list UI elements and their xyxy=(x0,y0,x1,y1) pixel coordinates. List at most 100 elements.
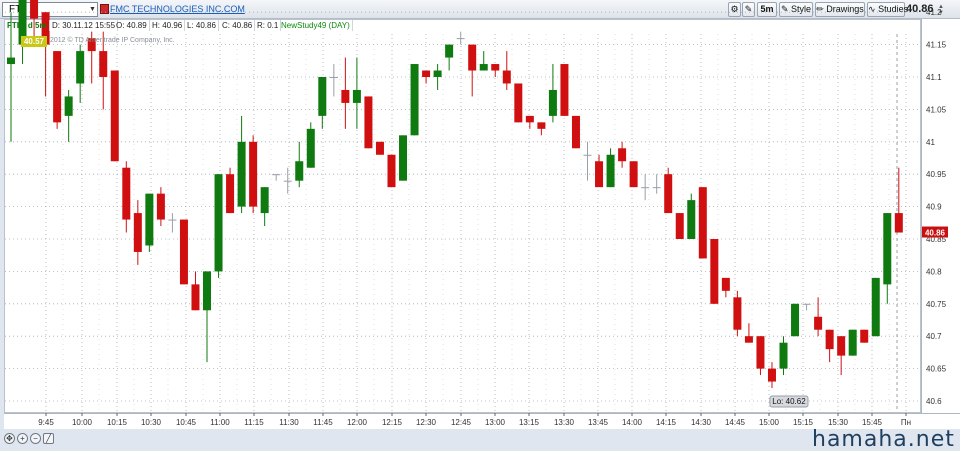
x-tick-label: 15:15 xyxy=(793,418,814,427)
x-tick-label: 11:00 xyxy=(210,418,230,427)
symbol-period-label: FTI 1 d 5m xyxy=(5,20,50,31)
study-label[interactable]: NewStudy49 (DAY) xyxy=(279,20,353,31)
pan-icon[interactable]: ✥ xyxy=(4,433,15,444)
candle-body xyxy=(30,0,39,19)
candle-body xyxy=(537,122,546,129)
y-tick-label: 40.6 xyxy=(926,397,942,406)
candle-body xyxy=(364,96,373,149)
candle-body xyxy=(479,64,488,71)
candle-body xyxy=(571,115,580,149)
zoom-out-icon[interactable]: − xyxy=(30,433,41,444)
watermark-text: hamaha.net xyxy=(812,427,955,451)
candle-body xyxy=(375,141,384,155)
x-tick-label: 14:15 xyxy=(656,418,677,427)
y-tick-label: 41.1 xyxy=(926,73,942,82)
candle-body xyxy=(837,336,846,356)
candle-body xyxy=(399,135,408,181)
x-tick-label: 12:00 xyxy=(347,418,368,427)
candle-body xyxy=(456,38,465,40)
candle-body xyxy=(168,219,177,221)
candle-body xyxy=(283,180,292,182)
x-tick-label: 9:45 xyxy=(38,418,54,427)
y-tick-label: 40.75 xyxy=(926,300,947,309)
candle-body xyxy=(779,342,788,369)
candle-body xyxy=(260,187,269,214)
candle-body xyxy=(318,77,327,116)
candle-body xyxy=(744,336,753,343)
chart-window: FTI ▼ FMC TECHNOLOGIES INC.COM ⚙ ✎ 5m ✎ … xyxy=(0,0,960,451)
candle-body xyxy=(595,161,604,188)
candle-body xyxy=(825,329,834,350)
candle-body xyxy=(698,187,707,259)
candle-body xyxy=(76,51,85,84)
candle-body xyxy=(387,154,396,188)
zoom-in-icon[interactable]: + xyxy=(17,433,28,444)
candle-body xyxy=(629,161,638,188)
x-tick-label: 15:45 xyxy=(862,418,883,427)
drawing-tool-icon[interactable]: ╱ xyxy=(43,433,54,444)
candle-body xyxy=(583,154,592,156)
candle-body xyxy=(352,89,361,103)
candle-body xyxy=(491,64,500,71)
bar-high: H: 40.96 xyxy=(150,20,186,31)
candle-body xyxy=(145,193,154,246)
y-tick-label: 40.95 xyxy=(926,170,947,179)
candle-body xyxy=(191,284,200,311)
bar-low: L: 40.86 xyxy=(185,20,219,31)
y-tick-label: 41 xyxy=(926,138,935,147)
y-tick-label: 41.2 xyxy=(926,8,942,17)
y-tick-label: 41.15 xyxy=(926,41,947,50)
candle-body xyxy=(514,83,523,123)
x-tick-label: 10:45 xyxy=(176,418,197,427)
candle-body xyxy=(733,297,742,330)
x-tick-label: 14:30 xyxy=(691,418,712,427)
candle-body xyxy=(525,115,534,123)
candle-body xyxy=(179,219,188,285)
candle-body xyxy=(422,70,431,77)
copyright-text: 2012 © TD Ameritrade IP Company, Inc. xyxy=(50,37,175,44)
x-tick-label: 14:00 xyxy=(622,418,643,427)
x-tick-label: 15:00 xyxy=(759,418,780,427)
candle-body xyxy=(133,213,142,252)
x-tick-label: 11:15 xyxy=(244,418,264,427)
y-tick-label: 40.65 xyxy=(926,365,947,374)
candle-body xyxy=(341,89,350,103)
candle-body xyxy=(502,70,511,84)
candle-body xyxy=(606,154,615,188)
x-tick-label: 12:15 xyxy=(382,418,403,427)
bar-close: C: 40.86 xyxy=(220,20,256,31)
low-label-text: Lo: 40.62 xyxy=(772,397,806,406)
candle-body xyxy=(767,368,776,382)
candle-body xyxy=(249,141,258,207)
candle-body xyxy=(618,148,627,162)
candle-body xyxy=(295,161,304,181)
candle-body xyxy=(237,141,246,207)
candle-body xyxy=(721,277,730,291)
candle-body xyxy=(756,336,765,369)
candle-body xyxy=(710,239,719,304)
x-tick-label: 15:30 xyxy=(828,418,849,427)
y-tick-label: 40.8 xyxy=(926,267,942,276)
candle-body xyxy=(7,57,15,65)
candle-body xyxy=(548,89,557,116)
candle-body xyxy=(122,167,131,220)
candle-body xyxy=(652,187,661,189)
candle-body xyxy=(802,303,811,305)
candle-body xyxy=(687,200,696,239)
x-tick-label: 13:30 xyxy=(554,418,575,427)
x-tick-label: 10:15 xyxy=(107,418,128,427)
x-tick-label: 11:30 xyxy=(279,418,299,427)
candle-body xyxy=(871,277,880,337)
candle-body xyxy=(791,303,800,337)
candle-body xyxy=(306,128,315,168)
current-price-tag: 40.86 xyxy=(925,229,946,238)
candle-body xyxy=(53,51,62,123)
bar-range: R: 0.1 xyxy=(255,20,282,31)
candle-body xyxy=(468,44,477,71)
x-tick-label: 14:45 xyxy=(725,418,746,427)
candle-body xyxy=(203,271,212,311)
bar-date: D: 30.11.12 15:55 xyxy=(50,20,119,31)
x-tick-label: 10:00 xyxy=(72,418,93,427)
candle-body xyxy=(226,174,235,214)
candle-body xyxy=(894,213,903,233)
